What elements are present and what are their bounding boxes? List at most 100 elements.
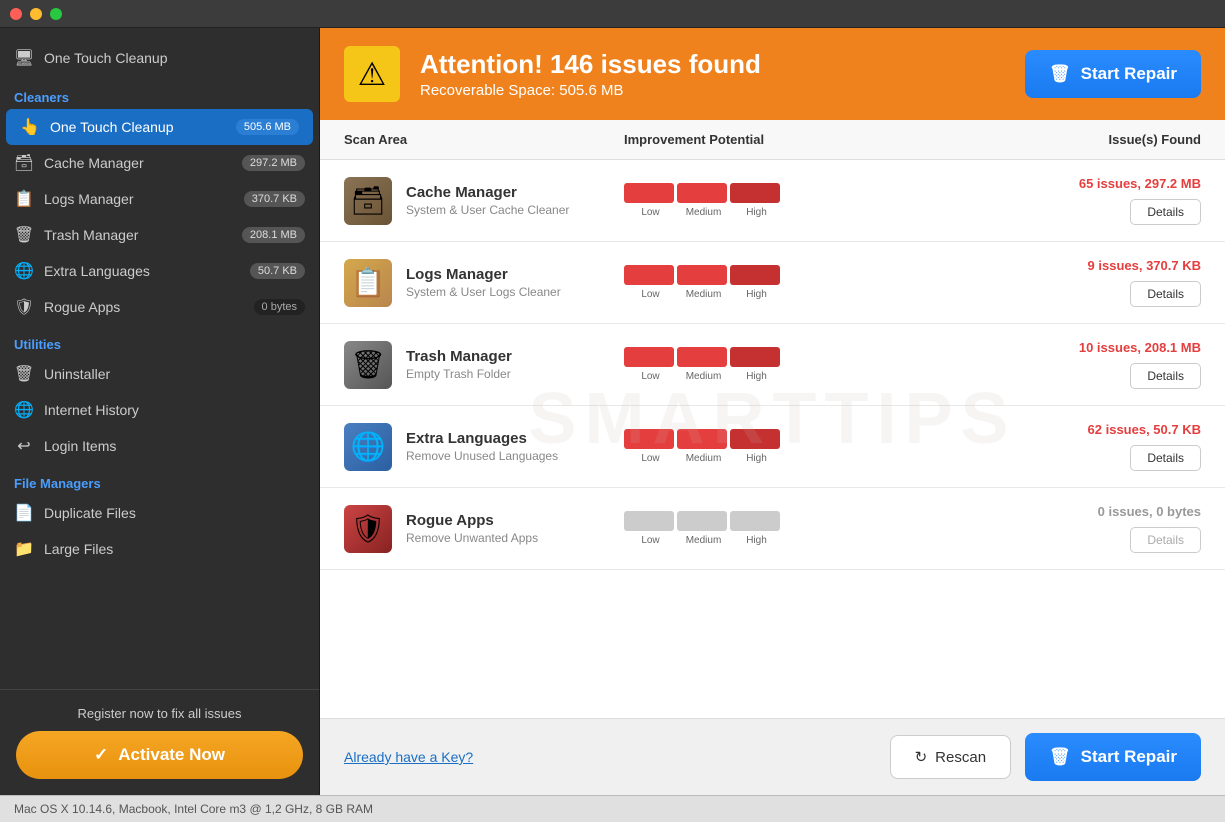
hand-icon: 👆 [20,117,40,137]
repair-label-bottom: Start Repair [1081,747,1177,767]
label-high: High [730,535,783,546]
utilities-section-label: Utilities [0,325,319,356]
table-row: 🗑 Trash Manager Empty Trash Folder [320,324,1225,406]
details-button-trash[interactable]: Details [1130,363,1201,389]
sidebar-badge-logs: 370.7 KB [244,191,305,207]
logs-manager-scan-icon: 📋 [344,259,392,307]
scan-desc-cache: System & User Cache Cleaner [406,203,569,217]
progress-labels-logs: Low Medium High [624,289,981,300]
uninstaller-icon: 🗑 [14,364,34,384]
warning-icon: ⚠ [344,46,400,102]
sidebar-item-large[interactable]: 📁 Large Files [0,531,319,567]
bar-seg-3 [730,183,780,203]
sidebar-item-languages[interactable]: 🌐 Extra Languages 50.7 KB [0,253,319,289]
header-scan-area: Scan Area [344,132,624,147]
issues-found-cache: 65 issues, 297.2 MB Details [981,176,1201,225]
rescan-button[interactable]: ↻ Rescan [890,735,1011,779]
already-key-link[interactable]: Already have a Key? [344,749,473,765]
large-files-icon: 📁 [14,539,34,559]
table-row: 🌐 Extra Languages Remove Unused Language… [320,406,1225,488]
progress-bars-trash [624,347,981,367]
label-high: High [730,371,783,382]
progress-lang: Low Medium High [624,429,981,464]
repair-icon-bottom: 🗑 [1049,747,1071,767]
cleaners-section-label: Cleaners [0,78,319,109]
sidebar-item-logs[interactable]: 📋 Logs Manager 370.7 KB [0,181,319,217]
details-button-rogue[interactable]: Details [1130,527,1201,553]
titlebar [0,0,1225,28]
issues-count-cache: 65 issues, 297.2 MB [1079,176,1201,191]
table-row: 🗃 Cache Manager System & User Cache Clea… [320,160,1225,242]
sidebar-item-login-items[interactable]: ↩ Login Items [0,428,319,464]
cache-manager-icon: 🗃 [14,153,34,173]
sidebar-badge-rogue: 0 bytes [254,299,305,315]
sidebar-item-trash[interactable]: 🗑 Trash Manager 208.1 MB [0,217,319,253]
repair-label-top: Start Repair [1081,64,1177,84]
bar-seg-3 [730,429,780,449]
sidebar-label-duplicate: Duplicate Files [44,505,136,521]
sidebar-content: 🖥 One Touch Cleanup Cleaners 👆 One Touch… [0,28,319,689]
sidebar-label-cache: Cache Manager [44,155,144,171]
sidebar-status-label: One Touch Cleanup [44,50,168,66]
shield-icon: 🛡 [14,297,34,317]
details-button-cache[interactable]: Details [1130,199,1201,225]
app-window: 🖥 One Touch Cleanup Cleaners 👆 One Touch… [0,0,1225,822]
activate-now-button[interactable]: ✓ Activate Now [16,731,303,779]
details-button-lang[interactable]: Details [1130,445,1201,471]
label-medium: Medium [677,207,730,218]
sidebar-item-uninstaller[interactable]: 🗑 Uninstaller [0,356,319,392]
scan-name-lang: Extra Languages [406,430,558,447]
sidebar-item-one-touch[interactable]: 👆 One Touch Cleanup 505.6 MB [6,109,313,145]
file-managers-section-label: File Managers [0,464,319,495]
label-high: High [730,289,783,300]
progress-labels-trash: Low Medium High [624,371,981,382]
rescan-label: Rescan [935,749,986,766]
monitor-icon: 🖥 [14,48,34,68]
scan-row-left-trash: 🗑 Trash Manager Empty Trash Folder [344,341,624,389]
progress-labels-cache: Low Medium High [624,207,981,218]
issues-count-lang: 62 issues, 50.7 KB [1088,422,1201,437]
sidebar-label-rogue: Rogue Apps [44,299,120,315]
alert-title: Attention! 146 issues found [420,49,1005,80]
scan-row-left-logs: 📋 Logs Manager System & User Logs Cleane… [344,259,624,307]
sidebar-item-cache[interactable]: 🗃 Cache Manager 297.2 MB [0,145,319,181]
scan-name-logs: Logs Manager [406,266,561,283]
sidebar-label-large: Large Files [44,541,113,557]
bar-seg-1 [624,429,674,449]
scan-desc-rogue: Remove Unwanted Apps [406,531,538,545]
progress-rogue: Low Medium High [624,511,981,546]
label-high: High [730,453,783,464]
globe-icon: 🌐 [14,261,34,281]
status-bar-text: Mac OS X 10.14.6, Macbook, Intel Core m3… [14,802,373,816]
checkmark-icon: ✓ [94,745,108,765]
progress-bars-rogue [624,511,981,531]
sidebar-item-duplicate[interactable]: 📄 Duplicate Files [0,495,319,531]
repair-icon-top: 🗑 [1049,64,1071,84]
progress-bars-logs [624,265,981,285]
content-area: ⚠ Attention! 146 issues found Recoverabl… [320,28,1225,795]
start-repair-button-bottom[interactable]: 🗑 Start Repair [1025,733,1201,781]
bar-seg-2 [677,347,727,367]
start-repair-button-top[interactable]: 🗑 Start Repair [1025,50,1201,98]
sidebar-label-logs: Logs Manager [44,191,134,207]
issues-count-logs: 9 issues, 370.7 KB [1088,258,1201,273]
sidebar: 🖥 One Touch Cleanup Cleaners 👆 One Touch… [0,28,320,795]
progress-labels-lang: Low Medium High [624,453,981,464]
bottom-bar-right: ↻ Rescan 🗑 Start Repair [890,733,1201,781]
close-button[interactable] [10,8,22,20]
maximize-button[interactable] [50,8,62,20]
issues-count-trash: 10 issues, 208.1 MB [1079,340,1201,355]
sidebar-label-login-items: Login Items [44,438,116,454]
sidebar-bottom: Register now to fix all issues ✓ Activat… [0,689,319,795]
alert-subtitle: Recoverable Space: 505.6 MB [420,82,1005,99]
sidebar-item-internet-history[interactable]: 🌐 Internet History [0,392,319,428]
details-button-logs[interactable]: Details [1130,281,1201,307]
bar-seg-3 [730,347,780,367]
rescan-icon: ↻ [915,748,928,766]
sidebar-item-rogue[interactable]: 🛡 Rogue Apps 0 bytes [0,289,319,325]
scan-area: SMARTTIPS Scan Area Improvement Potentia… [320,120,1225,718]
sidebar-item-status[interactable]: 🖥 One Touch Cleanup [0,38,319,78]
trash-manager-scan-icon: 🗑 [344,341,392,389]
progress-cache: Low Medium High [624,183,981,218]
minimize-button[interactable] [30,8,42,20]
